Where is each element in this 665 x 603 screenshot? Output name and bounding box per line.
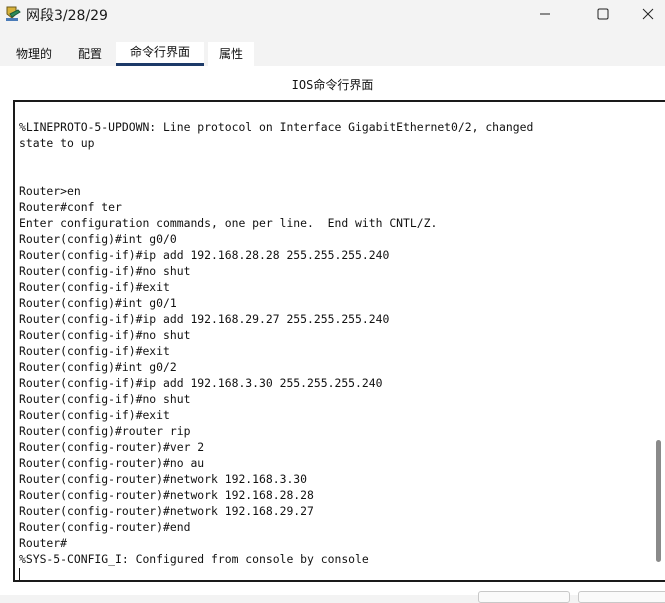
close-button[interactable]: [625, 0, 665, 30]
terminal-line: Router(config-if)#exit: [19, 408, 170, 422]
close-icon: [642, 8, 654, 20]
terminal-line: Router(config-router)#network 192.168.28…: [19, 488, 314, 502]
terminal-line: Router(config-router)#no au: [19, 456, 205, 470]
paste-button[interactable]: [578, 591, 665, 603]
terminal-line: state to up: [19, 136, 95, 150]
cli-panel: IOS命令行界面 %LINEPROTO-5-UPDOWN: Line proto…: [0, 68, 665, 595]
maximize-icon: [597, 8, 609, 20]
tab-bar: 物理的 配置 命令行界面 属性: [0, 42, 665, 68]
terminal-line: %LINEPROTO-5-UPDOWN: Line protocol on In…: [19, 120, 534, 134]
terminal-cursor: [19, 568, 20, 580]
terminal-line: Router(config-router)#end: [19, 520, 191, 534]
terminal-line: Router(config-if)#no shut: [19, 328, 191, 342]
minimize-button[interactable]: [522, 0, 567, 30]
terminal-line: Router(config-router)#network 192.168.29…: [19, 504, 314, 518]
terminal-line: Router(config-if)#ip add 192.168.29.27 2…: [19, 312, 390, 326]
terminal-line: Router(config-if)#no shut: [19, 392, 191, 406]
terminal-line: Router(config)#router rip: [19, 424, 191, 438]
terminal-line: Router#: [19, 536, 68, 550]
terminal-line: Router(config-if)#ip add 192.168.28.28 2…: [19, 248, 390, 262]
copy-button[interactable]: [478, 591, 570, 603]
terminal-line: Router(config-if)#exit: [19, 280, 170, 294]
panel-heading: IOS命令行界面: [291, 78, 374, 92]
terminal-line: Router(config)#int g0/2: [19, 360, 177, 374]
terminal-line: Router(config)#int g0/1: [19, 296, 177, 310]
terminal-line: Router(config-router)#ver 2: [19, 440, 205, 454]
router-app-icon: [4, 5, 22, 23]
terminal-line: Router(config)#int g0/0: [19, 232, 177, 246]
minimize-icon: [540, 13, 550, 15]
terminal-line: Router#conf ter: [19, 200, 122, 214]
terminal-line: Router(config-router)#network 192.168.3.…: [19, 472, 308, 486]
terminal-output: %LINEPROTO-5-UPDOWN: Line protocol on In…: [19, 119, 533, 567]
terminal-line: Router>en: [19, 184, 81, 198]
terminal-line: Router(config-if)#ip add 192.168.3.30 25…: [19, 376, 383, 390]
terminal-console[interactable]: %LINEPROTO-5-UPDOWN: Line protocol on In…: [13, 100, 665, 582]
scrollbar-thumb[interactable]: [656, 440, 661, 562]
terminal-line: Router(config-if)#exit: [19, 344, 170, 358]
tab-physical[interactable]: 物理的: [6, 42, 62, 66]
tab-attributes[interactable]: 属性: [208, 42, 254, 66]
tab-config[interactable]: 配置: [68, 42, 112, 66]
terminal-line: %SYS-5-CONFIG_I: Configured from console…: [19, 552, 369, 566]
terminal-line: Enter configuration commands, one per li…: [19, 216, 438, 230]
window-title: 网段3/28/29: [26, 8, 108, 24]
maximize-button[interactable]: [580, 0, 625, 30]
tab-cli[interactable]: 命令行界面: [116, 42, 204, 66]
title-bar: 网段3/28/29: [0, 0, 665, 30]
terminal-line: Router(config-if)#no shut: [19, 264, 191, 278]
